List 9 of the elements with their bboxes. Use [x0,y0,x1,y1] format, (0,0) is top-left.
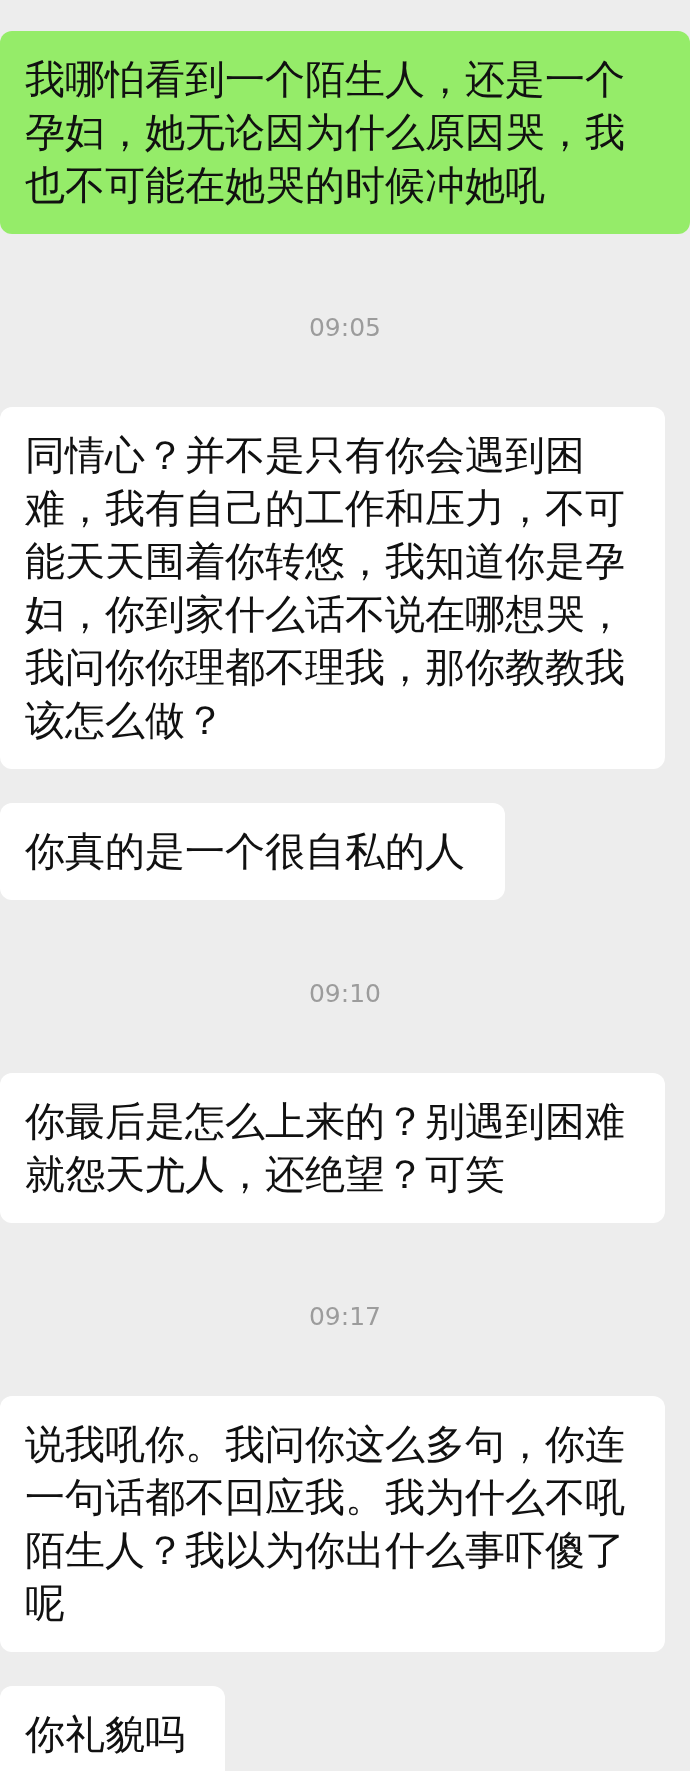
received-message: 你最后是怎么上来的？别遇到困难 就怨天尤人，还绝望？可笑 [0,1073,665,1223]
received-message: 你真的是一个很自私的人 [0,803,505,900]
sent-message: 我哪怕看到一个陌生人，还是一个 孕妇，她无论因为什么原因哭，我 也不可能在她哭的时候冲她吼 [0,31,690,234]
received-message: 说我吼你。我问你这么多句，你连 一句话都不回应我。我为什么不吼 陌生人？我以为你出什么事吓傻了 呢 [0,1396,665,1652]
timestamp: 09:17 [308,1302,381,1332]
received-message: 同情心？并不是只有你会遇到困 难，我有自己的工作和压力，不可 能天天围着你转悠，我知道你是孕 妇，你到家什么话不说在哪想哭， 我问你你理都不理我，那你教教我 该怎么做？ [0,407,665,769]
timestamp: 09:05 [308,313,381,343]
timestamp: 09:10 [308,979,381,1009]
received-message: 你礼貌吗 [0,1686,225,1771]
